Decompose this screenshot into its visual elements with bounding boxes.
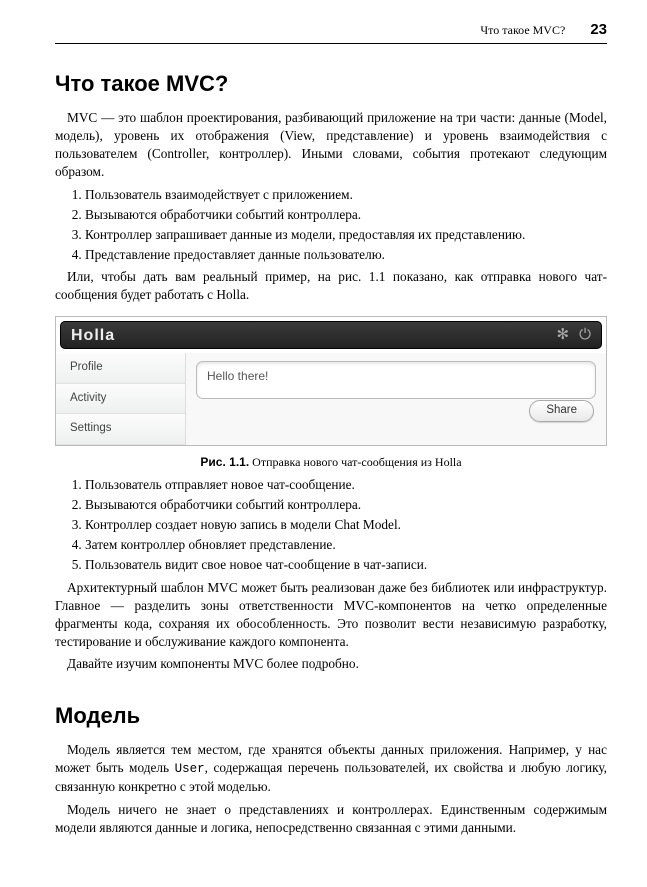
ordered-list-2: Пользователь отправляет новое чат-сообще… <box>55 476 607 574</box>
list-item: Представление предоставляет данные польз… <box>85 246 607 264</box>
holla-body: Profile Activity Settings Hello there! S… <box>56 353 606 445</box>
list-item: Вызываются обработчики событий контролле… <box>85 206 607 224</box>
share-row: Share <box>196 399 596 426</box>
holla-titlebar: Holla ✻ ⏻ <box>60 321 602 349</box>
paragraph: Модель ничего не знает о представлениях … <box>55 801 607 837</box>
holla-main-pane: Hello there! Share <box>186 353 606 445</box>
sidebar-item-activity[interactable]: Activity <box>56 384 185 415</box>
sidebar-item-settings[interactable]: Settings <box>56 414 185 445</box>
running-header: Что такое MVC? 23 <box>55 20 607 40</box>
paragraph: Давайте изучим компоненты MVC более подр… <box>55 655 607 673</box>
list-item: Пользователь отправляет новое чат-сообще… <box>85 476 607 494</box>
paragraph: MVC — это шаблон проектирования, разбива… <box>55 109 607 181</box>
running-title: Что такое MVC? <box>480 22 565 38</box>
caption-text: Отправка нового чат-сообщения из Holla <box>249 455 461 469</box>
header-rule <box>55 43 607 44</box>
page-number: 23 <box>590 20 607 40</box>
inline-code-user: User <box>175 762 205 776</box>
sidebar-item-profile[interactable]: Profile <box>56 353 185 384</box>
list-item: Пользователь видит свое новое чат-сообще… <box>85 556 607 574</box>
holla-title: Holla <box>71 325 115 347</box>
message-input[interactable]: Hello there! <box>196 361 596 399</box>
list-item: Контроллер создает новую запись в модели… <box>85 516 607 534</box>
figure-caption: Рис. 1.1. Отправка нового чат-сообщения … <box>55 454 607 470</box>
holla-sidebar: Profile Activity Settings <box>56 353 186 445</box>
paragraph: Модель является тем местом, где хранятся… <box>55 741 607 796</box>
section-heading-mvc: Что такое MVC? <box>55 69 607 99</box>
section-heading-model: Модель <box>55 701 607 731</box>
holla-window: Holla ✻ ⏻ Profile Activity Settings Hell… <box>55 316 607 446</box>
list-item: Контроллер запрашивает данные из модели,… <box>85 226 607 244</box>
settings-icon[interactable]: ✻ <box>557 325 570 345</box>
list-item: Затем контроллер обновляет представление… <box>85 536 607 554</box>
power-icon[interactable]: ⏻ <box>579 325 591 345</box>
paragraph: Архитектурный шаблон MVC может быть реал… <box>55 579 607 651</box>
paragraph: Или, чтобы дать вам реальный пример, на … <box>55 268 607 304</box>
share-button[interactable]: Share <box>529 400 594 422</box>
list-item: Вызываются обработчики событий контролле… <box>85 496 607 514</box>
book-page: Что такое MVC? 23 Что такое MVC? MVC — э… <box>0 0 647 887</box>
caption-lead: Рис. 1.1. <box>200 455 249 469</box>
holla-toolbar-icons: ✻ ⏻ <box>557 325 591 345</box>
list-item: Пользователь взаимодействует с приложени… <box>85 186 607 204</box>
figure-holla: Holla ✻ ⏻ Profile Activity Settings Hell… <box>55 316 607 470</box>
ordered-list-1: Пользователь взаимодействует с приложени… <box>55 186 607 264</box>
